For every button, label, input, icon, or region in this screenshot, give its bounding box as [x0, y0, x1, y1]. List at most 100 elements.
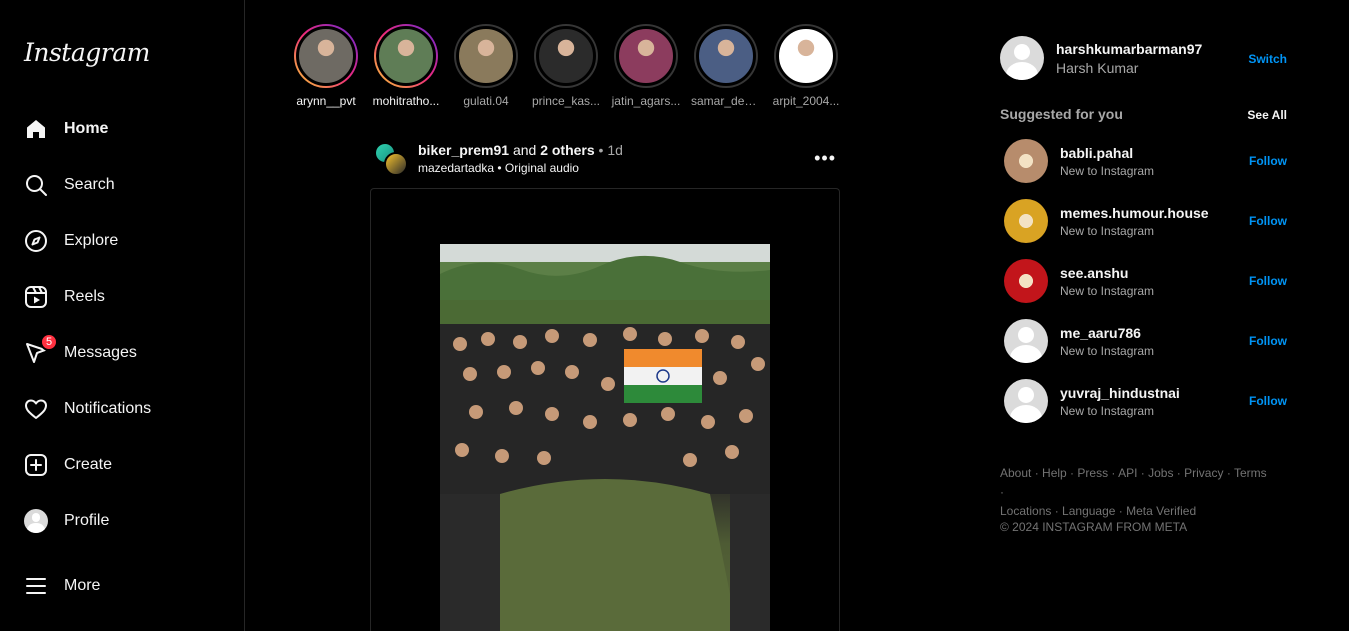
- post-audio-label-link[interactable]: Original audio: [505, 161, 579, 175]
- suggestion-row: me_aaru786 New to Instagram Follow: [1004, 319, 1290, 363]
- story-item[interactable]: samar_dee...: [691, 24, 761, 108]
- footer-link[interactable]: Press: [1077, 466, 1108, 480]
- compass-icon: [24, 229, 48, 253]
- nav-notifications[interactable]: Notifications: [12, 385, 232, 433]
- post-audio-user-link[interactable]: mazedartadka: [418, 161, 494, 175]
- suggestion-username[interactable]: me_aaru786: [1060, 325, 1141, 341]
- suggestion-subtitle: New to Instagram: [1060, 284, 1155, 298]
- suggestion-username[interactable]: memes.humour.house: [1060, 205, 1209, 221]
- nav-messages[interactable]: 5 Messages: [12, 329, 232, 377]
- story-username: mohitratho...: [372, 94, 440, 108]
- post-photo: [440, 244, 770, 631]
- plus-square-icon: [24, 453, 48, 477]
- post-media[interactable]: [370, 188, 840, 631]
- footer-link[interactable]: API: [1118, 466, 1137, 480]
- nav-reels-label: Reels: [64, 288, 105, 305]
- suggestion-subtitle: New to Instagram: [1060, 164, 1155, 178]
- nav-explore[interactable]: Explore: [12, 217, 232, 265]
- copyright: © 2024 INSTAGRAM FROM META: [1000, 520, 1188, 534]
- follow-button[interactable]: Follow: [1249, 274, 1287, 288]
- heart-icon: [24, 397, 48, 421]
- story-ring: [694, 24, 758, 88]
- instagram-logo[interactable]: Instagram: [24, 38, 150, 67]
- suggestion-row: yuvraj_hindustnai New to Instagram Follo…: [1004, 379, 1290, 423]
- story-avatar: [616, 26, 676, 86]
- footer-link[interactable]: Privacy: [1184, 466, 1223, 480]
- nav-home-label: Home: [64, 120, 109, 137]
- nav-reels[interactable]: Reels: [12, 273, 232, 321]
- story-ring: [454, 24, 518, 88]
- avatar[interactable]: [1004, 379, 1048, 423]
- story-item[interactable]: mohitratho...: [371, 24, 441, 108]
- post-author-line: biker_prem91 and 2 others • 1d: [418, 142, 623, 158]
- nav-search-label: Search: [64, 176, 115, 193]
- story-item[interactable]: arynn__pvt: [291, 24, 361, 108]
- footer-links: About · Help · Press · API · Jobs · Priv…: [1000, 464, 1270, 521]
- suggestion-username[interactable]: see.anshu: [1060, 265, 1128, 281]
- suggestion-subtitle: New to Instagram: [1060, 404, 1155, 418]
- story-ring: [294, 24, 358, 88]
- nav-more[interactable]: More: [12, 562, 232, 610]
- story-ring: [374, 24, 438, 88]
- nav-create[interactable]: Create: [12, 441, 232, 489]
- footer-link[interactable]: Meta Verified: [1126, 504, 1196, 518]
- suggestion-username[interactable]: yuvraj_hindustnai: [1060, 385, 1180, 401]
- story-avatar: [776, 26, 836, 86]
- follow-button[interactable]: Follow: [1249, 214, 1287, 228]
- story-avatar: [696, 26, 756, 86]
- story-username: samar_dee...: [691, 94, 761, 108]
- follow-button[interactable]: Follow: [1249, 334, 1287, 348]
- footer-link[interactable]: Language: [1062, 504, 1115, 518]
- post-audio-line: mazedartadka • Original audio: [418, 161, 579, 175]
- follow-button[interactable]: Follow: [1249, 154, 1287, 168]
- suggestion-subtitle: New to Instagram: [1060, 344, 1155, 358]
- story-username: arynn__pvt: [296, 94, 356, 108]
- messages-unread-badge: 5: [40, 333, 58, 351]
- story-item[interactable]: jatin_agars...: [611, 24, 681, 108]
- story-item[interactable]: arpit_2004...: [771, 24, 841, 108]
- avatar[interactable]: [1004, 199, 1048, 243]
- footer-link[interactable]: Help: [1042, 466, 1067, 480]
- footer-link[interactable]: Terms: [1234, 466, 1267, 480]
- suggestion-row: babli.pahal New to Instagram Follow: [1004, 139, 1290, 183]
- search-icon: [24, 173, 48, 197]
- post-collab-avatars[interactable]: [372, 140, 410, 178]
- footer-link[interactable]: Jobs: [1148, 466, 1173, 480]
- story-item[interactable]: prince_kas...: [531, 24, 601, 108]
- story-ring: [774, 24, 838, 88]
- nav-create-label: Create: [64, 456, 113, 473]
- footer-link[interactable]: Locations: [1000, 504, 1051, 518]
- post-author-link[interactable]: biker_prem91: [418, 142, 509, 158]
- profile-avatar: [24, 509, 48, 533]
- suggestion-row: memes.humour.house New to Instagram Foll…: [1004, 199, 1290, 243]
- nav-home[interactable]: Home: [12, 105, 232, 153]
- nav-profile[interactable]: Profile: [12, 497, 232, 545]
- home-icon: [24, 117, 48, 141]
- story-avatar: [536, 26, 596, 86]
- suggestion-row: see.anshu New to Instagram Follow: [1004, 259, 1290, 303]
- follow-button[interactable]: Follow: [1249, 394, 1287, 408]
- nav-messages-label: Messages: [64, 344, 137, 361]
- story-avatar: [376, 26, 436, 86]
- nav-more-label: More: [64, 577, 101, 594]
- reels-icon: [24, 285, 48, 309]
- see-all-link[interactable]: See All: [1247, 108, 1287, 122]
- current-username[interactable]: harshkumarbarman97: [1056, 41, 1202, 57]
- avatar[interactable]: [1004, 259, 1048, 303]
- avatar[interactable]: [1004, 319, 1048, 363]
- avatar[interactable]: [1004, 139, 1048, 183]
- suggestion-username[interactable]: babli.pahal: [1060, 145, 1133, 161]
- footer-links-row-2: Locations · Language · Meta Verified: [1000, 504, 1197, 518]
- story-item[interactable]: gulati.04: [451, 24, 521, 108]
- footer-link[interactable]: About: [1000, 466, 1031, 480]
- footer-links-row-1: About · Help · Press · API · Jobs · Priv…: [1000, 466, 1267, 499]
- post-and-text: and: [509, 142, 541, 158]
- more-options-icon[interactable]: •••: [814, 148, 836, 169]
- switch-account-button[interactable]: Switch: [1248, 52, 1287, 66]
- post-others-link[interactable]: 2 others: [540, 142, 594, 158]
- avatar[interactable]: [1000, 36, 1044, 80]
- post-time[interactable]: 1d: [607, 142, 623, 158]
- story-avatar: [456, 26, 516, 86]
- story-username: jatin_agars...: [611, 94, 681, 108]
- nav-search[interactable]: Search: [12, 161, 232, 209]
